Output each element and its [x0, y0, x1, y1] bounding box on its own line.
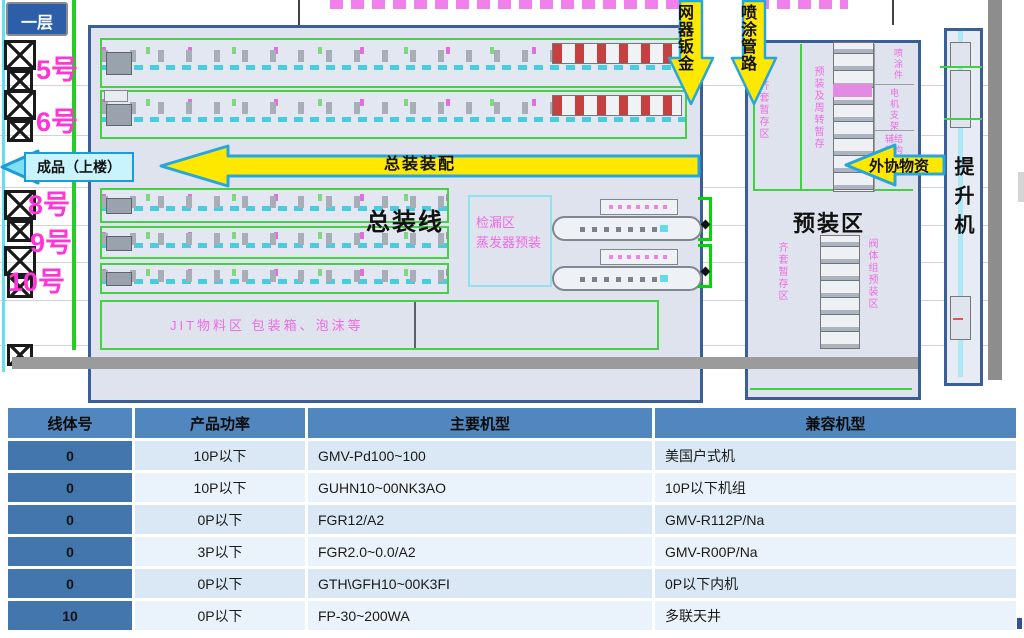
oval-conveyor — [552, 266, 702, 291]
preassembly-label: 预装区 — [793, 206, 865, 238]
cell-power: 10P以下 — [135, 441, 305, 470]
edge-fragment — [1018, 172, 1024, 202]
line-number-8: 8号 — [28, 183, 70, 222]
assembly-line-label: 总装线 — [366, 202, 444, 237]
cell-power: 0P以下 — [135, 601, 305, 630]
clipped-title-fragment — [330, 0, 705, 9]
cell-main-model: FGR12/A2 — [308, 505, 652, 534]
assembly-line-strip-6 — [100, 90, 687, 139]
cell-power: 10P以下 — [135, 473, 305, 502]
corner-fragment — [1017, 618, 1022, 629]
line-number-9: 9号 — [30, 221, 72, 260]
elevator-icon — [4, 90, 36, 142]
wall-line — [298, 0, 300, 25]
col-header-line-no: 线体号 — [8, 408, 132, 438]
spray-pipe-arrow-label: 喷涂管路 — [738, 4, 754, 72]
staging-area-label: 齐套暂存区 — [776, 242, 786, 302]
col-header-main: 主要机型 — [308, 408, 652, 438]
cell-power: 0P以下 — [135, 505, 305, 534]
assembly-arrow-label: 总装装配 — [300, 150, 540, 174]
cell-main-model: GMV-Pd100~100 — [308, 441, 652, 470]
lift-cab-box — [950, 42, 971, 68]
line-number-10: 10号 — [8, 260, 65, 299]
cell-compat-model: 多联天井 — [655, 601, 1016, 630]
cell-line-no: 0 — [8, 505, 132, 534]
lift-label: 提升机 — [948, 156, 977, 243]
factory-floor-plan: 一层 5号 6号 8号 9号 10号 总装线 检漏区 蒸发器预装 JIT物料区 … — [0, 0, 1024, 406]
line-number-5: 5号 — [36, 48, 78, 87]
zone-line — [800, 44, 802, 190]
cell-line-no: 0 — [8, 441, 132, 470]
line-model-table: 线体号 产品功率 主要机型 兼容机型 0 10P以下 GMV-Pd100~100… — [8, 408, 1016, 630]
cell-line-no: 0 — [8, 569, 132, 598]
col-header-power: 产品功率 — [135, 408, 305, 438]
valve-group-label: 阀体组预装区 — [866, 238, 876, 310]
cell-line-no: 0 — [8, 537, 132, 566]
cell-compat-model: GMV-R112P/Na — [655, 505, 1016, 534]
leak-test-area: 检漏区 蒸发器预装 — [468, 195, 552, 287]
storage-rack — [820, 235, 860, 349]
leak-area-label: 检漏区 — [476, 213, 550, 233]
cell-compat-model: 美国户式机 — [655, 441, 1016, 470]
buffer-rack-label — [600, 199, 678, 215]
cell-compat-model: GMV-R00P/Na — [655, 537, 1016, 566]
elevator-icon — [4, 40, 36, 92]
cell-line-no: 10 — [8, 601, 132, 630]
buffer-rack-label — [600, 249, 678, 265]
turnover-area-label: 预装及周转暂存 — [812, 66, 822, 150]
lift-tick — [944, 118, 982, 120]
col-header-compat: 兼容机型 — [655, 408, 1016, 438]
cell-main-model: FGR2.0~0.0/A2 — [308, 537, 652, 566]
cell-main-model: GTH\GFH10~00K3FI — [308, 569, 652, 598]
wall-line — [892, 0, 894, 25]
sheetmetal-arrow-label: 网器钣金 — [675, 4, 691, 72]
cell-power: 3P以下 — [135, 537, 305, 566]
outsourced-arrow-label: 外协物资 — [856, 155, 942, 176]
assembly-line-strip-10 — [100, 263, 449, 294]
spray-parts-label: 喷涂件 — [893, 48, 902, 81]
jit-area-label: JIT物料区 包装箱、泡沫等 — [170, 315, 364, 334]
finished-goods-label: 成品（上楼） — [37, 157, 121, 177]
oval-conveyor — [552, 216, 702, 241]
lift-tick — [940, 66, 982, 68]
small-equipment-box — [104, 90, 128, 102]
rack-highlight — [833, 84, 872, 97]
cell-main-model: GUHN10~00NK3AO — [308, 473, 652, 502]
cell-main-model: FP-30~200WA — [308, 601, 652, 630]
line-number-6: 6号 — [36, 100, 78, 139]
floor-badge-label: 一层 — [21, 14, 53, 34]
jit-material-area: JIT物料区 包装箱、泡沫等 — [100, 300, 659, 350]
divider-line — [874, 84, 914, 85]
evaporator-label: 蒸发器预装 — [476, 233, 550, 253]
assembly-line-strip-5 — [100, 38, 687, 88]
divider-line — [414, 302, 416, 348]
cell-compat-model: 0P以下内机 — [655, 569, 1016, 598]
red-marker — [953, 318, 963, 320]
cell-compat-model: 10P以下机组 — [655, 473, 1016, 502]
zone-line — [750, 388, 912, 390]
finished-goods-badge: 成品（上楼） — [24, 152, 134, 182]
cell-power: 0P以下 — [135, 569, 305, 598]
motor-bracket-label: 电机支架 — [889, 88, 898, 132]
cell-line-no: 0 — [8, 473, 132, 502]
floor-badge: 一层 — [6, 2, 68, 36]
right-wall-strip — [988, 0, 1002, 380]
corridor-bar — [12, 357, 918, 369]
